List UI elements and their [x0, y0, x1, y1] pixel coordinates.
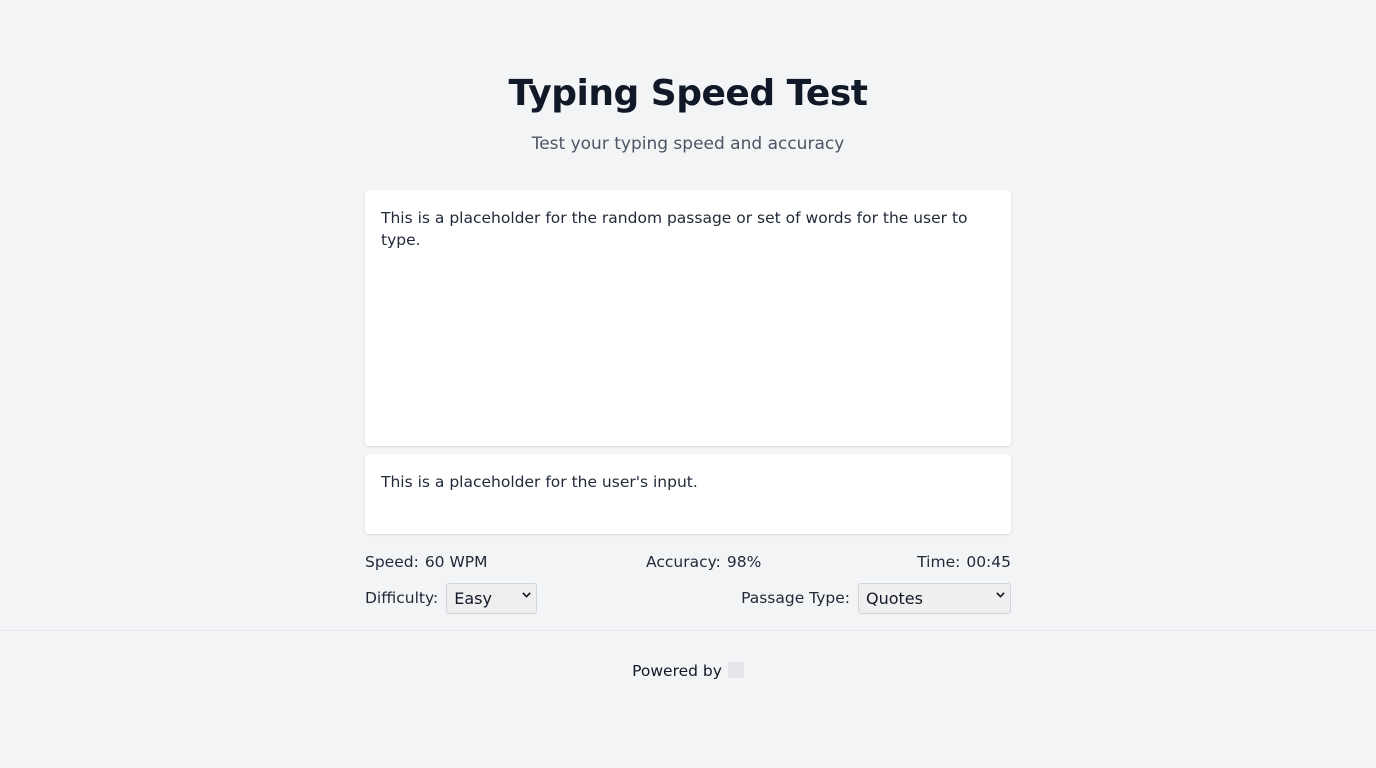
- accuracy-stat: Accuracy: 98%: [646, 551, 761, 573]
- difficulty-label: Difficulty:: [365, 589, 439, 607]
- passage-type-label: Passage Type:: [741, 589, 850, 607]
- page: Typing Speed Test Test your typing speed…: [0, 0, 1376, 768]
- time-stat: Time: 00:45: [917, 551, 1011, 573]
- powered-by-text: Powered by: [632, 662, 722, 680]
- page-title: Typing Speed Test: [508, 73, 868, 114]
- footer-divider: [0, 630, 1376, 631]
- difficulty-control: Difficulty: Easy: [365, 582, 538, 614]
- typing-input-text: This is a placeholder for the user's inp…: [381, 473, 698, 491]
- speed-stat: Speed: 60 WPM: [365, 551, 488, 573]
- time-value: 00:45: [966, 553, 1011, 571]
- chevron-down-icon: [522, 592, 532, 600]
- speed-value: 60 WPM: [424, 553, 488, 571]
- footer: Powered by: [0, 660, 1376, 682]
- passage-type-select[interactable]: Quotes: [858, 582, 1011, 614]
- accuracy-value: 98%: [726, 553, 762, 571]
- logo-icon: [727, 662, 744, 678]
- time-label: Time:: [917, 553, 961, 571]
- speed-label: Speed:: [365, 553, 419, 571]
- difficulty-selected-value: Easy: [454, 588, 492, 608]
- stats-row: Speed: 60 WPM Accuracy: 98% Time: 00:45: [365, 551, 1011, 573]
- passage-text: This is a placeholder for the random pas…: [381, 209, 968, 249]
- passage-card: This is a placeholder for the random pas…: [365, 190, 1011, 446]
- controls-row: Difficulty: Easy Passage Type: Quotes: [365, 582, 1011, 614]
- accuracy-label: Accuracy:: [646, 553, 721, 571]
- passage-type-selected-value: Quotes: [866, 588, 923, 608]
- page-subtitle: Test your typing speed and accuracy: [531, 134, 845, 154]
- chevron-down-icon: [996, 592, 1005, 600]
- passage-type-control: Passage Type: Quotes: [741, 582, 1011, 614]
- difficulty-select[interactable]: Easy: [446, 582, 538, 614]
- typing-input[interactable]: This is a placeholder for the user's inp…: [365, 454, 1011, 534]
